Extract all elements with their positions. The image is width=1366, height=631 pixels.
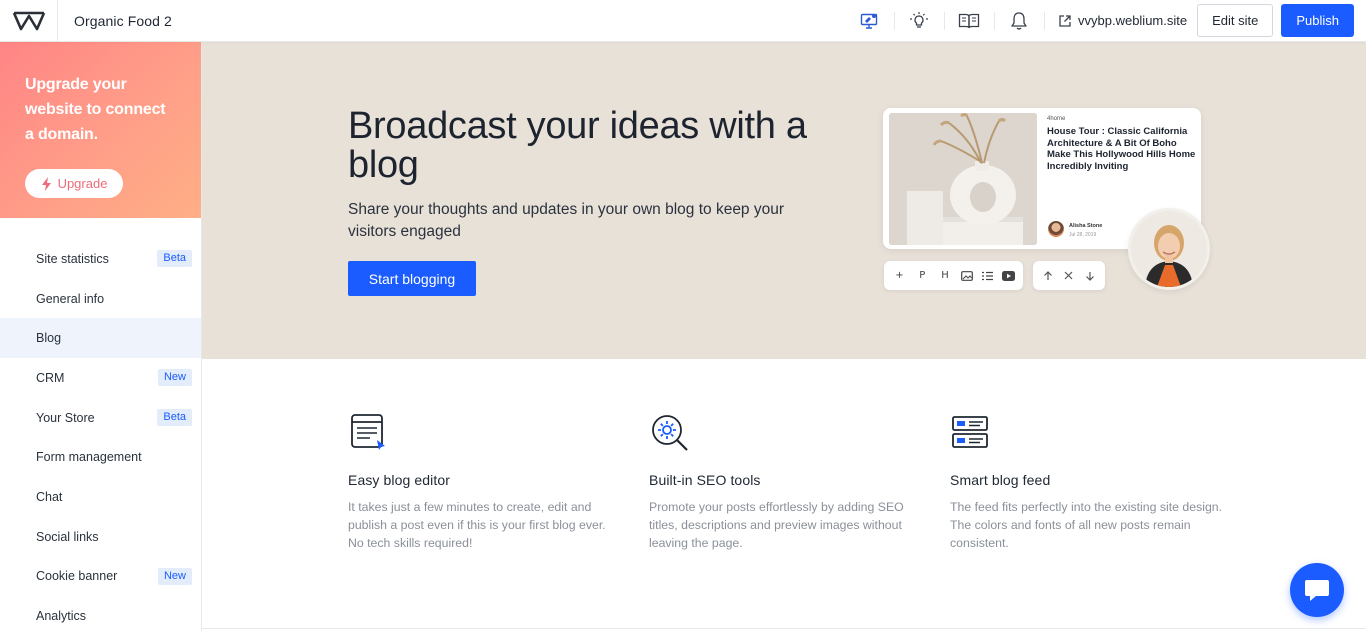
sidebar-item-label: Form management (36, 450, 142, 465)
sidebar-item-blog[interactable]: Blog (0, 318, 201, 359)
publish-button[interactable]: Publish (1281, 4, 1354, 37)
bell-icon (1011, 11, 1027, 30)
external-link-icon (1059, 14, 1071, 27)
logo-icon (12, 11, 45, 30)
site-preview-button[interactable] (844, 0, 894, 42)
site-url-link[interactable]: vvybp.weblium.site (1044, 0, 1197, 42)
sidebar-item-label: Analytics (36, 609, 87, 624)
feature-title: Smart blog feed (950, 472, 1051, 488)
sidebar-item-label: Blog (36, 331, 62, 346)
beta-badge: Beta (157, 409, 192, 427)
sidebar-item-label: Your Store (36, 410, 95, 425)
hero-subtitle: Share your thoughts and updates in your … (348, 201, 785, 240)
user-avatar-photo (1128, 208, 1210, 290)
feature-title: Built-in SEO tools (649, 472, 761, 488)
sidebar: Upgrade your website to connect a domain… (0, 42, 202, 631)
feature-description: It takes just a few minutes to create, e… (348, 500, 606, 550)
start-blogging-button[interactable]: Start blogging (348, 261, 476, 296)
blog-feed-icon (952, 416, 988, 448)
feature-description: The feed fits perfectly into the existin… (950, 500, 1223, 550)
sidebar-item-site-statistics[interactable]: Site statistics Beta (0, 239, 201, 279)
monitor-edit-icon (860, 13, 878, 29)
author-avatar (1048, 221, 1064, 237)
person-illustration (1131, 211, 1207, 287)
site-name: Organic Food 2 (74, 12, 172, 29)
seo-magnifier-icon (652, 415, 688, 451)
post-preview-image (889, 113, 1037, 245)
sidebar-item-chat[interactable]: Chat (0, 477, 201, 517)
feature-smart-blog-feed: Smart blog feed The feed fits perfectly … (950, 412, 1225, 552)
sidebar-item-label: CRM (36, 370, 65, 385)
lightning-icon (41, 176, 51, 191)
upgrade-text: Upgrade your website to connect a domain… (25, 76, 166, 143)
notifications-button[interactable] (994, 0, 1044, 42)
upgrade-banner: Upgrade your website to connect a domain… (0, 42, 201, 218)
top-bar: Organic Food 2 vvybp.weblium.site Edit s… (0, 0, 1366, 42)
ideas-button[interactable] (894, 0, 944, 42)
blog-hero: Broadcast your ideas with a blog Share y… (202, 42, 1366, 359)
sidebar-item-label: Cookie banner (36, 569, 118, 584)
feature-easy-blog-editor: Easy blog editor It takes just a few min… (348, 412, 623, 552)
paragraph-button[interactable]: P (915, 270, 929, 281)
edit-site-button[interactable]: Edit site (1197, 4, 1274, 37)
weblium-logo[interactable] (0, 0, 58, 42)
upgrade-button-label: Upgrade (57, 176, 108, 191)
sidebar-item-label: Site statistics (36, 251, 109, 266)
heading-button[interactable]: H (938, 270, 952, 281)
sidebar-item-your-store[interactable]: Your Store Beta (0, 398, 201, 438)
chat-support-button[interactable] (1290, 563, 1344, 617)
sidebar-item-general-info[interactable]: General info (0, 279, 201, 319)
content-divider (202, 628, 1366, 629)
editor-toolbar: + P H (884, 261, 1023, 290)
new-badge: New (157, 567, 192, 585)
feature-built-in-seo-tools: Built-in SEO tools Promote your posts ef… (649, 412, 924, 552)
sidebar-item-label: Chat (36, 489, 63, 504)
chat-bubble-icon (1305, 580, 1329, 601)
sidebar-item-label: Social links (36, 529, 99, 544)
knowledge-base-button[interactable] (944, 0, 994, 42)
sidebar-item-crm[interactable]: CRM New (0, 358, 201, 398)
list-icon[interactable] (981, 271, 993, 281)
post-title: House Tour : Classic California Architec… (1047, 126, 1196, 172)
sidebar-nav: Site statistics Beta General info Blog C… (0, 218, 201, 631)
arrow-up-icon[interactable] (1043, 270, 1053, 281)
feature-description: Promote your posts effortlessly by addin… (649, 500, 904, 550)
sidebar-item-label: General info (36, 291, 105, 306)
hero-title: Broadcast your ideas with a blog (348, 105, 807, 186)
editor-document-icon (351, 414, 385, 450)
post-author: Alisha Stone (1069, 223, 1103, 229)
arrow-down-icon[interactable] (1085, 271, 1095, 281)
new-badge: New (157, 369, 192, 387)
post-date: Jul 28, 2019 (1069, 232, 1097, 238)
lightbulb-icon (910, 11, 928, 28)
book-icon (958, 13, 980, 28)
sidebar-item-social-links[interactable]: Social links (0, 517, 201, 557)
add-block-button[interactable]: + (892, 270, 906, 281)
site-url: vvybp.weblium.site (1078, 13, 1188, 28)
upgrade-button[interactable]: Upgrade (25, 169, 123, 198)
video-icon[interactable] (1001, 270, 1015, 281)
sidebar-item-analytics[interactable]: Analytics (0, 596, 201, 631)
close-icon[interactable] (1064, 271, 1073, 280)
sidebar-item-form-management[interactable]: Form management (0, 437, 201, 477)
block-move-toolbar (1033, 261, 1105, 290)
post-tag: 4home (1047, 116, 1066, 122)
beta-badge: Beta (157, 250, 192, 268)
sidebar-item-cookie-banner[interactable]: Cookie banner New (0, 557, 201, 597)
vase-illustration (889, 113, 1037, 245)
feature-title: Easy blog editor (348, 472, 450, 488)
image-icon[interactable] (960, 270, 973, 281)
